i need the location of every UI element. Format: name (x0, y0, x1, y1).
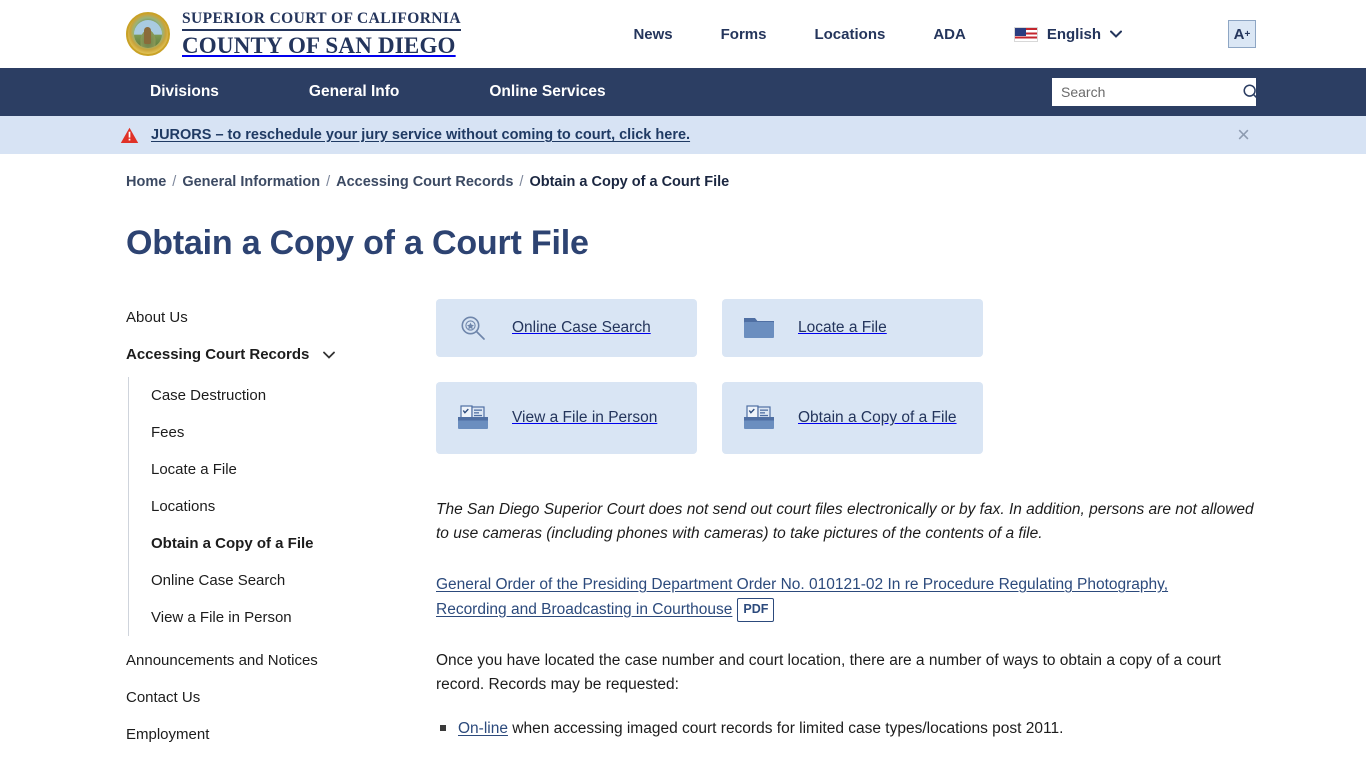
intro-paragraph: Once you have located the case number an… (436, 651, 1221, 693)
breadcrumb-item-general-information[interactable]: General Information (182, 174, 320, 190)
wordmark-line2: COUNTY OF SAN DIEGO (182, 33, 456, 59)
top-link-forms[interactable]: Forms (721, 26, 767, 43)
top-link-news[interactable]: News (633, 26, 672, 43)
on-line-link[interactable]: On-line (458, 720, 508, 737)
breadcrumb-item-home[interactable]: Home (126, 174, 166, 190)
tile-view-a-file-in-person[interactable]: View a File in Person (436, 382, 697, 454)
tile-locate-a-file[interactable]: Locate a File (722, 299, 983, 357)
sidebar-item-view-a-file-in-person[interactable]: View a File in Person (129, 599, 410, 636)
sidebar-section-label: Accessing Court Records (126, 346, 310, 363)
list-item-text: when accessing imaged court records for … (507, 719, 1064, 737)
nav-item-general-info[interactable]: General Info (309, 83, 399, 101)
breadcrumb-separator: / (519, 174, 524, 190)
main-navigation-bar: Divisions General Info Online Services (0, 68, 1366, 116)
tile-obtain-a-copy-of-a-file[interactable]: Obtain a Copy of a File (722, 382, 983, 454)
camera-notice-text: The San Diego Superior Court does not se… (436, 501, 1254, 543)
quick-link-tiles: Online Case Search Locate a File View a … (436, 299, 1256, 454)
close-icon[interactable]: × (1231, 124, 1256, 146)
nav-item-online-services[interactable]: Online Services (489, 83, 605, 101)
tile-label: Online Case Search (512, 319, 651, 337)
warning-triangle-icon (120, 127, 139, 143)
sidebar-item-fees[interactable]: Fees (129, 414, 410, 451)
california-state-seal-icon (126, 12, 170, 56)
sidebar-item-obtain-a-copy-of-a-file[interactable]: Obtain a Copy of a File (129, 525, 410, 562)
alert-banner: JURORS – to reschedule your jury service… (0, 116, 1366, 154)
text-size-button[interactable]: A + (1228, 20, 1256, 48)
sidebar-item-online-case-search[interactable]: Online Case Search (129, 562, 410, 599)
sidebar-item-locate-a-file[interactable]: Locate a File (129, 451, 410, 488)
sidebar-item-accessing-court-records[interactable]: Accessing Court Records (126, 336, 410, 373)
sidebar-item-locations[interactable]: Locations (129, 488, 410, 525)
text-size-letter: A (1233, 25, 1245, 43)
text-size-plus: + (1244, 28, 1251, 40)
language-label: English (1046, 25, 1101, 43)
top-link-ada[interactable]: ADA (933, 26, 966, 43)
site-logo[interactable]: SUPERIOR COURT OF CALIFORNIA COUNTY OF S… (126, 11, 461, 59)
sidebar-item-about-us[interactable]: About Us (126, 299, 410, 336)
search-icon[interactable] (1242, 83, 1260, 101)
sidebar-item-contact-us[interactable]: Contact Us (126, 679, 410, 716)
breadcrumb: Home / General Information / Accessing C… (126, 174, 1256, 190)
content-columns: About Us Accessing Court Records Case De… (126, 299, 1256, 768)
sidebar-item-announcements-and-notices[interactable]: Announcements and Notices (126, 642, 410, 679)
sidebar-item-case-destruction[interactable]: Case Destruction (129, 377, 410, 414)
top-link-locations[interactable]: Locations (814, 26, 885, 43)
tile-label: View a File in Person (512, 409, 658, 427)
breadcrumb-separator: / (172, 174, 177, 190)
nav-item-divisions[interactable]: Divisions (150, 83, 219, 101)
alert-message-link[interactable]: JURORS – to reschedule your jury service… (151, 127, 690, 143)
chevron-down-icon (323, 351, 336, 359)
breadcrumb-item-current: Obtain a Copy of a Court File (529, 174, 730, 190)
breadcrumb-item-accessing-court-records[interactable]: Accessing Court Records (336, 174, 513, 190)
tile-label: Locate a File (798, 319, 887, 337)
us-flag-icon (1013, 26, 1038, 42)
breadcrumb-separator: / (326, 174, 331, 190)
magnifier-icon (456, 313, 490, 343)
language-selector[interactable]: English (1013, 25, 1122, 43)
page-title: Obtain a Copy of a Court File (126, 224, 589, 262)
page-body: Home / General Information / Accessing C… (0, 174, 1366, 768)
list-item: On-line when accessing imaged court reco… (436, 717, 1256, 740)
sidebar-subnav: Case Destruction Fees Locate a File Loca… (128, 377, 410, 636)
folder-icon (742, 314, 776, 342)
list-item: In person at the courthouse or branch lo… (436, 764, 1256, 768)
main-content: Online Case Search Locate a File View a … (410, 299, 1256, 768)
tile-online-case-search[interactable]: Online Case Search (436, 299, 697, 357)
search-input[interactable] (1061, 84, 1242, 100)
tile-label: Obtain a Copy of a File (798, 409, 957, 427)
general-order-link[interactable]: General Order of the Presiding Departmen… (436, 576, 1168, 618)
chevron-down-icon (1110, 30, 1122, 38)
pdf-badge[interactable]: PDF (737, 597, 775, 623)
search-box[interactable] (1052, 78, 1259, 106)
top-nav-links: News Forms Locations ADA English A + (633, 20, 1256, 48)
top-header-bar: SUPERIOR COURT OF CALIFORNIA COUNTY OF S… (0, 0, 1366, 68)
wordmark-line1: SUPERIOR COURT OF CALIFORNIA (182, 11, 461, 32)
sidebar-item-employment[interactable]: Employment (126, 716, 410, 753)
request-methods-list: On-line when accessing imaged court reco… (436, 717, 1256, 768)
file-box-icon (456, 404, 490, 432)
general-order-paragraph: General Order of the Presiding Departmen… (436, 573, 1236, 623)
file-box-icon (742, 404, 776, 432)
wordmark: SUPERIOR COURT OF CALIFORNIA COUNTY OF S… (182, 11, 461, 59)
sidebar-navigation: About Us Accessing Court Records Case De… (126, 299, 410, 768)
